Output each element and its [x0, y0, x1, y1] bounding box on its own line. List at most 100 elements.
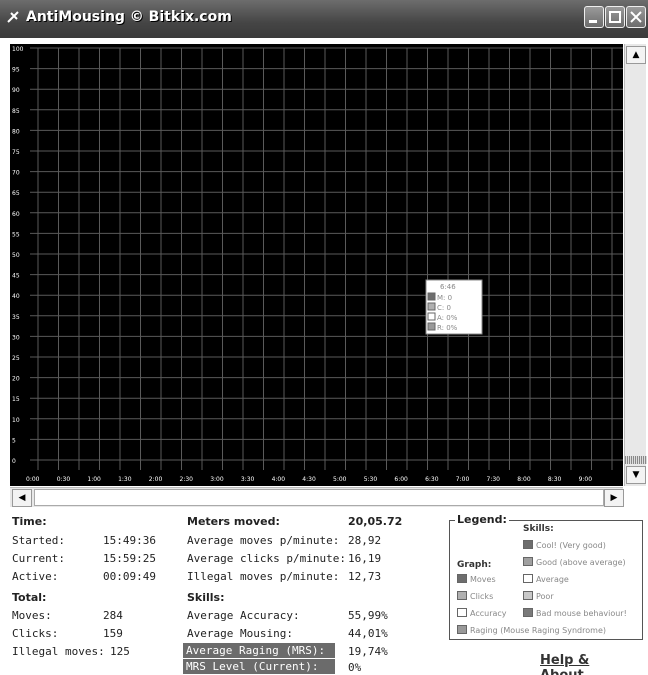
scroll-left-button[interactable]: ◀ [12, 489, 32, 507]
help-about-link[interactable]: Help & About... [540, 653, 648, 675]
window-title: AntiMousing © Bitkix.com [26, 9, 232, 25]
legend-good-label: Good (above average) [536, 558, 626, 567]
legend-clicks: Clicks [457, 591, 493, 601]
y-tick-label: 100 [12, 46, 24, 53]
legend-raging: Raging (Mouse Raging Syndrome) [457, 625, 606, 635]
legend-poor: Poor [523, 591, 554, 601]
horizontal-scroll-thumb[interactable] [34, 489, 604, 506]
moves-value: 284 [103, 609, 123, 622]
scroll-down-button[interactable]: ▼ [626, 466, 646, 484]
y-tick-label: 55 [12, 231, 20, 238]
x-tick-label: 1:00 [87, 476, 101, 483]
title-bar[interactable]: AntiMousing © Bitkix.com [0, 0, 648, 38]
arrow-left-icon: ◀ [18, 493, 26, 503]
started-value: 15:49:36 [103, 534, 156, 547]
x-tick-label: 5:30 [364, 476, 378, 483]
y-tick-label: 20 [12, 376, 20, 383]
current-value: 15:59:25 [103, 552, 156, 565]
legend-bad: Bad mouse behaviour! [523, 608, 627, 618]
mousing-value: 44,01% [348, 627, 388, 640]
avg-clicks-value: 16,19 [348, 552, 382, 565]
close-icon [630, 11, 642, 23]
minimize-icon [589, 20, 597, 23]
x-tick-label: 3:30 [241, 476, 255, 483]
illegal-pm-value: 12,73 [348, 570, 382, 583]
x-tick-label: 4:30 [302, 476, 316, 483]
vertical-scroll-thumb[interactable] [625, 456, 647, 464]
raging-value: 19,74% [348, 645, 388, 658]
maximize-button[interactable] [605, 6, 625, 28]
close-button[interactable] [626, 6, 646, 28]
legend-bad-label: Bad mouse behaviour! [536, 609, 627, 618]
app-icon [7, 11, 19, 23]
tooltip-swatch [427, 292, 436, 301]
legend-accuracy: Accuracy [457, 608, 507, 618]
x-tick-label: 6:30 [425, 476, 439, 483]
swatch-cool [523, 540, 533, 549]
avg-moves-label: Average moves p/minute: [187, 534, 340, 547]
swatch-good [523, 557, 533, 566]
vertical-scrollbar[interactable]: ▲ ▼ [624, 44, 647, 486]
legend-average: Average [523, 574, 569, 584]
minimize-button[interactable] [584, 6, 604, 28]
y-tick-label: 30 [12, 334, 20, 341]
y-tick-label: 10 [12, 417, 20, 424]
swatch-accuracy [457, 608, 467, 617]
mousing-label: Average Mousing: [187, 627, 293, 640]
legend-cool: Cool! (Very good) [523, 540, 606, 550]
illegal-moves-value: 125 [110, 645, 130, 658]
raging-label: Average Raging (MRS): [183, 643, 335, 658]
legend-graph-header: Graph: [457, 560, 492, 570]
swatch-moves [457, 574, 467, 583]
tooltip-time: 6:46 [440, 283, 456, 291]
legend-good: Good (above average) [523, 557, 626, 567]
maximize-icon [609, 11, 621, 23]
arrow-up-icon: ▲ [632, 50, 640, 60]
x-tick-label: 1:30 [118, 476, 132, 483]
time-header: Time: [12, 515, 47, 528]
avg-clicks-label: Average clicks p/minute: [187, 552, 346, 565]
clicks-value: 159 [103, 627, 123, 640]
meters-header: Meters moved: [187, 515, 280, 528]
avg-moves-value: 28,92 [348, 534, 382, 547]
y-tick-label: 65 [12, 190, 20, 197]
x-tick-label: 4:00 [272, 476, 286, 483]
legend-accuracy-label: Accuracy [470, 609, 507, 618]
illegal-moves-label: Illegal moves: [12, 645, 105, 658]
y-tick-label: 0 [12, 458, 16, 465]
graph-canvas: 1009590858075706560555045403530252015105… [12, 46, 623, 483]
legend-moves: Moves [457, 574, 496, 584]
horizontal-scrollbar[interactable]: ◀ ▶ [10, 487, 624, 507]
y-tick-label: 5 [12, 437, 16, 444]
tooltip-swatch [427, 312, 436, 321]
current-label: Current: [12, 552, 65, 565]
y-tick-label: 85 [12, 108, 20, 115]
x-tick-label: 3:00 [210, 476, 224, 483]
tooltip-line: R: 0% [437, 324, 458, 332]
y-tick-label: 15 [12, 396, 20, 403]
x-tick-label: 6:00 [394, 476, 408, 483]
y-tick-label: 45 [12, 273, 20, 280]
y-tick-label: 75 [12, 149, 20, 156]
x-tick-label: 2:30 [180, 476, 194, 483]
legend-raging-label: Raging (Mouse Raging Syndrome) [470, 626, 606, 635]
tooltip-line: A: 0% [437, 314, 458, 322]
skills-header: Skills: [187, 591, 225, 604]
active-value: 00:09:49 [103, 570, 156, 583]
x-tick-label: 2:00 [149, 476, 163, 483]
arrow-right-icon: ▶ [610, 493, 618, 503]
activity-graph: 100 95 90 85 80 75 70 65 60 55 50 45 40 35 30 25 20 15 10 5… [10, 44, 623, 486]
legend-title: Legend: [455, 513, 509, 526]
meters-value: 20,05.72 [348, 515, 403, 528]
tooltip-swatch [427, 322, 436, 331]
legend-average-label: Average [536, 575, 569, 584]
y-tick-label: 70 [12, 170, 20, 177]
x-tick-label: 0:00 [26, 476, 40, 483]
tooltip-line: C: 0 [437, 304, 451, 312]
y-tick-label: 35 [12, 314, 20, 321]
accuracy-label: Average Accuracy: [187, 609, 300, 622]
scroll-right-button[interactable]: ▶ [604, 489, 624, 507]
legend-moves-label: Moves [470, 575, 496, 584]
legend-skills-header: Skills: [523, 524, 554, 534]
scroll-up-button[interactable]: ▲ [626, 46, 646, 64]
